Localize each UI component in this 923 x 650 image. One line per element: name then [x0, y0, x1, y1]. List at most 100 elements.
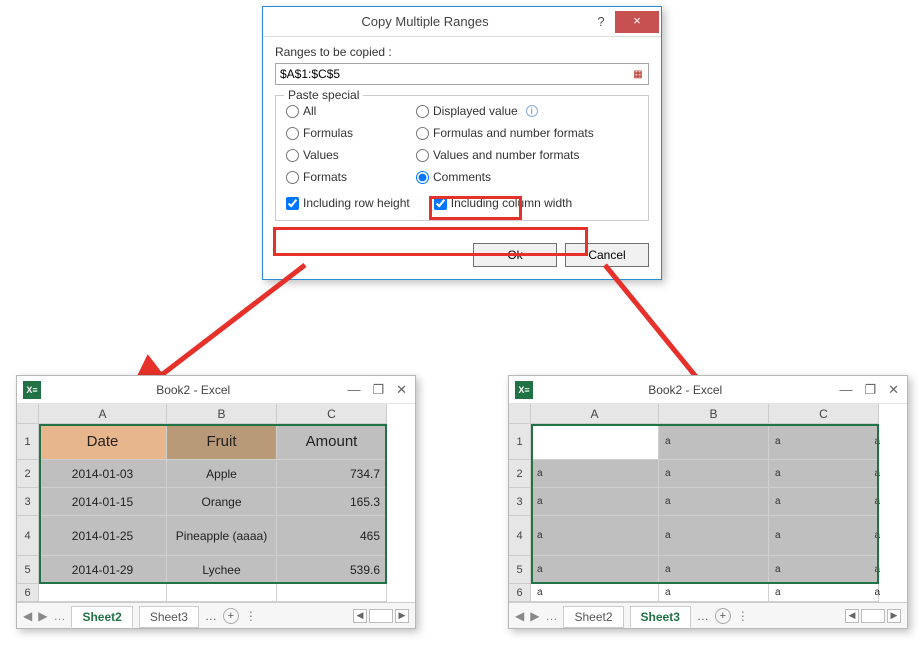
col-header-c[interactable]: C [769, 404, 879, 424]
cell[interactable]: Orange [167, 488, 277, 516]
cell[interactable] [277, 584, 387, 602]
tab-sheet2[interactable]: Sheet2 [563, 606, 623, 628]
cancel-button[interactable]: Cancel [565, 243, 649, 267]
check-including-row-height[interactable]: Including row height [286, 196, 410, 210]
window-titlebar[interactable]: X≡ Book2 - Excel — ❐ ✕ [17, 376, 415, 404]
range-picker-icon[interactable]: ▦ [628, 64, 648, 84]
radio-comments[interactable]: Comments [416, 170, 638, 184]
tab-nav-prev-icon[interactable]: ◀ [23, 609, 32, 623]
cell[interactable]: a [659, 424, 769, 460]
tab-sheet2[interactable]: Sheet2 [71, 606, 132, 628]
close-window-button[interactable]: ✕ [396, 382, 407, 398]
cell[interactable]: a [531, 556, 659, 584]
cell[interactable]: 2014-01-29 [39, 556, 167, 584]
help-button[interactable]: ? [587, 14, 615, 29]
col-header-b[interactable]: B [167, 404, 277, 424]
cell[interactable]: a [659, 516, 769, 556]
tab-nav-ellipsis[interactable]: … [205, 609, 217, 623]
row-header[interactable]: 4 [509, 516, 531, 556]
scroll-right-icon[interactable]: ▶ [395, 609, 409, 623]
cell[interactable]: 165.3 [277, 488, 387, 516]
col-header-a[interactable]: A [531, 404, 659, 424]
select-all-corner[interactable] [509, 404, 531, 424]
row-header[interactable]: 6 [509, 584, 531, 602]
row-header[interactable]: 2 [509, 460, 531, 488]
cell[interactable]: aa [769, 556, 879, 584]
cell[interactable]: a [531, 460, 659, 488]
cell[interactable]: a [659, 584, 769, 602]
window-titlebar[interactable]: X≡ Book2 - Excel — ❐ ✕ [509, 376, 907, 404]
close-button[interactable]: × [615, 11, 659, 33]
row-header[interactable]: 1 [509, 424, 531, 460]
radio-formats[interactable]: Formats [286, 170, 406, 184]
cell[interactable]: a [659, 488, 769, 516]
cell[interactable]: 539.6 [277, 556, 387, 584]
cell[interactable]: a [659, 460, 769, 488]
minimize-button[interactable]: — [347, 382, 360, 398]
ok-button[interactable]: Ok [473, 243, 557, 267]
radio-displayed-value[interactable]: Displayed valuei [416, 104, 638, 118]
tab-sheet3[interactable]: Sheet3 [630, 606, 691, 628]
cell[interactable]: 2014-01-25 [39, 516, 167, 556]
row-header[interactable]: 1 [17, 424, 39, 460]
tab-sheet3[interactable]: Sheet3 [139, 606, 199, 628]
cell[interactable]: a [531, 488, 659, 516]
add-sheet-button[interactable]: + [715, 608, 731, 624]
cell[interactable]: 2014-01-15 [39, 488, 167, 516]
close-window-button[interactable]: ✕ [888, 382, 899, 398]
cell[interactable]: aa [769, 584, 879, 602]
cell[interactable]: Lychee [167, 556, 277, 584]
cell[interactable]: Apple [167, 460, 277, 488]
col-header-b[interactable]: B [659, 404, 769, 424]
radio-formulas[interactable]: Formulas [286, 126, 406, 140]
row-header[interactable]: 3 [509, 488, 531, 516]
row-header[interactable]: 5 [17, 556, 39, 584]
cell[interactable] [39, 584, 167, 602]
row-header[interactable]: 5 [509, 556, 531, 584]
radio-values-number-formats[interactable]: Values and number formats [416, 148, 638, 162]
info-icon[interactable]: i [526, 105, 538, 117]
tab-nav-next-icon[interactable]: ▶ [530, 609, 539, 623]
dialog-titlebar[interactable]: Copy Multiple Ranges ? × [263, 7, 661, 37]
horizontal-scroll[interactable]: ◀ ▶ [353, 609, 409, 623]
cell[interactable]: aa [769, 516, 879, 556]
cell[interactable] [531, 424, 659, 460]
cell[interactable]: aa [769, 460, 879, 488]
row-header[interactable]: 4 [17, 516, 39, 556]
cell[interactable]: 734.7 [277, 460, 387, 488]
restore-button[interactable]: ❐ [864, 382, 876, 398]
restore-button[interactable]: ❐ [372, 382, 384, 398]
minimize-button[interactable]: — [839, 382, 852, 398]
row-header[interactable]: 2 [17, 460, 39, 488]
horizontal-scroll[interactable]: ◀ ▶ [845, 609, 901, 623]
radio-all[interactable]: All [286, 104, 406, 118]
scroll-track[interactable] [861, 609, 885, 623]
cell[interactable]: a [531, 516, 659, 556]
range-input[interactable] [276, 67, 628, 81]
cell[interactable]: 2014-01-03 [39, 460, 167, 488]
scroll-left-icon[interactable]: ◀ [845, 609, 859, 623]
col-header-c[interactable]: C [277, 404, 387, 424]
cell[interactable] [167, 584, 277, 602]
cell[interactable]: Fruit [167, 424, 277, 460]
tab-nav-ellipsis[interactable]: … [545, 609, 557, 623]
tab-nav-ellipsis[interactable]: … [697, 609, 709, 623]
cell[interactable]: aa [769, 424, 879, 460]
tab-nav-ellipsis[interactable]: … [53, 609, 65, 623]
cell[interactable]: Date [39, 424, 167, 460]
tab-nav-prev-icon[interactable]: ◀ [515, 609, 524, 623]
radio-values[interactable]: Values [286, 148, 406, 162]
add-sheet-button[interactable]: + [223, 608, 239, 624]
tab-nav-next-icon[interactable]: ▶ [38, 609, 47, 623]
check-including-column-width[interactable]: Including column width [434, 196, 572, 210]
cell[interactable]: aa [769, 488, 879, 516]
col-header-a[interactable]: A [39, 404, 167, 424]
cell[interactable]: 465 [277, 516, 387, 556]
row-header[interactable]: 6 [17, 584, 39, 602]
cell[interactable]: Pineapple (aaaa) [167, 516, 277, 556]
row-header[interactable]: 3 [17, 488, 39, 516]
cell[interactable]: a [531, 584, 659, 602]
cell[interactable]: Amount [277, 424, 387, 460]
scroll-left-icon[interactable]: ◀ [353, 609, 367, 623]
select-all-corner[interactable] [17, 404, 39, 424]
